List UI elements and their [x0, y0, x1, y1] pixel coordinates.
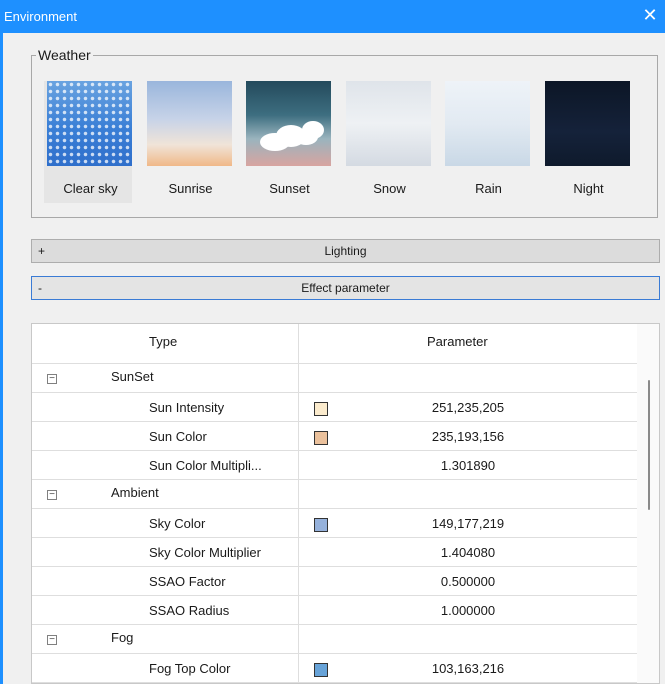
type-cell: Sun Intensity [32, 393, 299, 421]
property-value[interactable]: 1.301890 [299, 458, 637, 473]
parameter-cell[interactable]: 1.301890 [299, 451, 637, 479]
sunrise-thumbnail [147, 81, 232, 166]
weather-preset-sunrise[interactable]: Sunrise [144, 81, 232, 203]
type-cell: − Fog [32, 625, 299, 653]
parameter-cell[interactable]: 0.500000 [299, 567, 637, 595]
grid-property-row[interactable]: Sun Color 235,193,156 [32, 422, 637, 451]
group-label: Fog [111, 630, 134, 645]
effect-parameter-section-toggle[interactable]: - Effect parameter [31, 276, 660, 300]
type-cell: SSAO Factor [32, 567, 299, 595]
parameter-cell[interactable]: 1.404080 [299, 538, 637, 566]
property-label: SSAO Factor [149, 574, 226, 589]
weather-preset-label: Night [573, 181, 604, 196]
group-label: SunSet [111, 369, 154, 384]
type-cell: SSAO Radius [32, 596, 299, 624]
collapse-icon[interactable]: − [47, 635, 57, 645]
collapse-icon[interactable]: − [47, 490, 57, 500]
parameter-cell[interactable]: 149,177,219 [299, 509, 637, 537]
parameter-cell[interactable] [299, 480, 637, 508]
weather-preset-snow[interactable]: Snow [343, 81, 431, 203]
parameter-cell[interactable]: 103,163,216 [299, 654, 637, 682]
weather-preset-label: Rain [475, 181, 502, 196]
property-label: Sky Color Multiplier [149, 545, 261, 560]
property-grid[interactable]: Type Parameter − SunSet Sun Intensity 251,2… [31, 323, 660, 684]
rain-thumbnail [445, 81, 530, 166]
close-icon[interactable]: ✕ [639, 4, 661, 26]
environment-window: Environment ✕ Weather Clear sky Sunrise Su… [0, 0, 665, 684]
type-cell: Sun Color [32, 422, 299, 450]
parameter-cell[interactable] [299, 625, 637, 653]
parameter-cell[interactable]: 235,193,156 [299, 422, 637, 450]
vertical-scrollbar[interactable] [637, 324, 659, 683]
grid-property-row[interactable]: SSAO Factor 0.500000 [32, 567, 637, 596]
type-cell: Sun Color Multipli... [32, 451, 299, 479]
sunset-thumbnail [246, 81, 331, 166]
title-bar[interactable]: Environment ✕ [0, 0, 665, 33]
weather-preset-night[interactable]: Night [542, 81, 630, 203]
property-value[interactable]: 251,235,205 [299, 400, 637, 415]
cloud-shape [302, 121, 324, 139]
grid-property-row[interactable]: Sun Intensity 251,235,205 [32, 393, 637, 422]
grid-property-row[interactable]: SSAO Radius 1.000000 [32, 596, 637, 625]
weather-preset-label: Snow [373, 181, 406, 196]
property-label: Fog Top Color [149, 661, 231, 676]
parameter-cell[interactable]: 1.000000 [299, 596, 637, 624]
property-value[interactable]: 103,163,216 [299, 661, 637, 676]
type-header-label: Type [149, 334, 178, 349]
property-value[interactable]: 235,193,156 [299, 429, 637, 444]
grid-group-row[interactable]: − SunSet [32, 364, 637, 393]
type-cell: Sky Color [32, 509, 299, 537]
type-cell: − SunSet [32, 364, 299, 392]
type-cell: Fog Top Color [32, 654, 299, 682]
property-value[interactable]: 1.000000 [299, 603, 637, 618]
grid-property-row[interactable]: Sky Color 149,177,219 [32, 509, 637, 538]
scrollbar-thumb[interactable] [648, 380, 650, 510]
weather-preset-label: Clear sky [63, 181, 118, 196]
property-label: Sun Intensity [149, 400, 225, 415]
effect-parameter-section-label: Effect parameter [301, 281, 390, 295]
grid-property-row[interactable]: Fog Top Color 103,163,216 [32, 654, 637, 683]
snow-thumbnail [346, 81, 431, 166]
type-column-header[interactable]: Type [32, 324, 299, 364]
property-label: Sky Color [149, 516, 206, 531]
weather-preset-sunset[interactable]: Sunset [243, 81, 331, 203]
clear-thumbnail [47, 81, 132, 166]
parameter-cell[interactable] [299, 364, 637, 392]
weather-legend: Weather [38, 47, 91, 63]
property-value[interactable]: 1.404080 [299, 545, 637, 560]
weather-preset-label: Sunrise [168, 181, 213, 196]
weather-preset-label: Sunset [269, 181, 310, 196]
grid-header: Type Parameter [32, 324, 637, 364]
type-cell: − Ambient [32, 480, 299, 508]
night-thumbnail [545, 81, 630, 166]
weather-preset-rain[interactable]: Rain [442, 81, 530, 203]
property-label: Sun Color [149, 429, 207, 444]
lighting-section-toggle[interactable]: + Lighting [31, 239, 660, 263]
lighting-section-label: Lighting [324, 244, 367, 258]
parameter-cell[interactable]: 251,235,205 [299, 393, 637, 421]
property-value[interactable]: 0.500000 [299, 574, 637, 589]
group-label: Ambient [111, 485, 159, 500]
parameter-column-header[interactable]: Parameter [299, 324, 637, 364]
grid-group-row[interactable]: − Ambient [32, 480, 637, 509]
weather-preset-clear[interactable]: Clear sky [44, 81, 132, 203]
collapse-icon[interactable]: − [47, 374, 57, 384]
window-title: Environment [4, 9, 77, 24]
window-border [0, 33, 3, 684]
property-label: SSAO Radius [149, 603, 230, 618]
type-cell: Sky Color Multiplier [32, 538, 299, 566]
property-label: Sun Color Multipli... [149, 458, 262, 473]
parameter-header-label: Parameter [427, 334, 488, 349]
grid-property-row[interactable]: Sun Color Multipli... 1.301890 [32, 451, 637, 480]
grid-group-row[interactable]: − Fog [32, 625, 637, 654]
property-value[interactable]: 149,177,219 [299, 516, 637, 531]
weather-group: Weather Clear sky Sunrise Sunset Snow Rain Ni… [31, 47, 658, 218]
grid-property-row[interactable]: Sky Color Multiplier 1.404080 [32, 538, 637, 567]
